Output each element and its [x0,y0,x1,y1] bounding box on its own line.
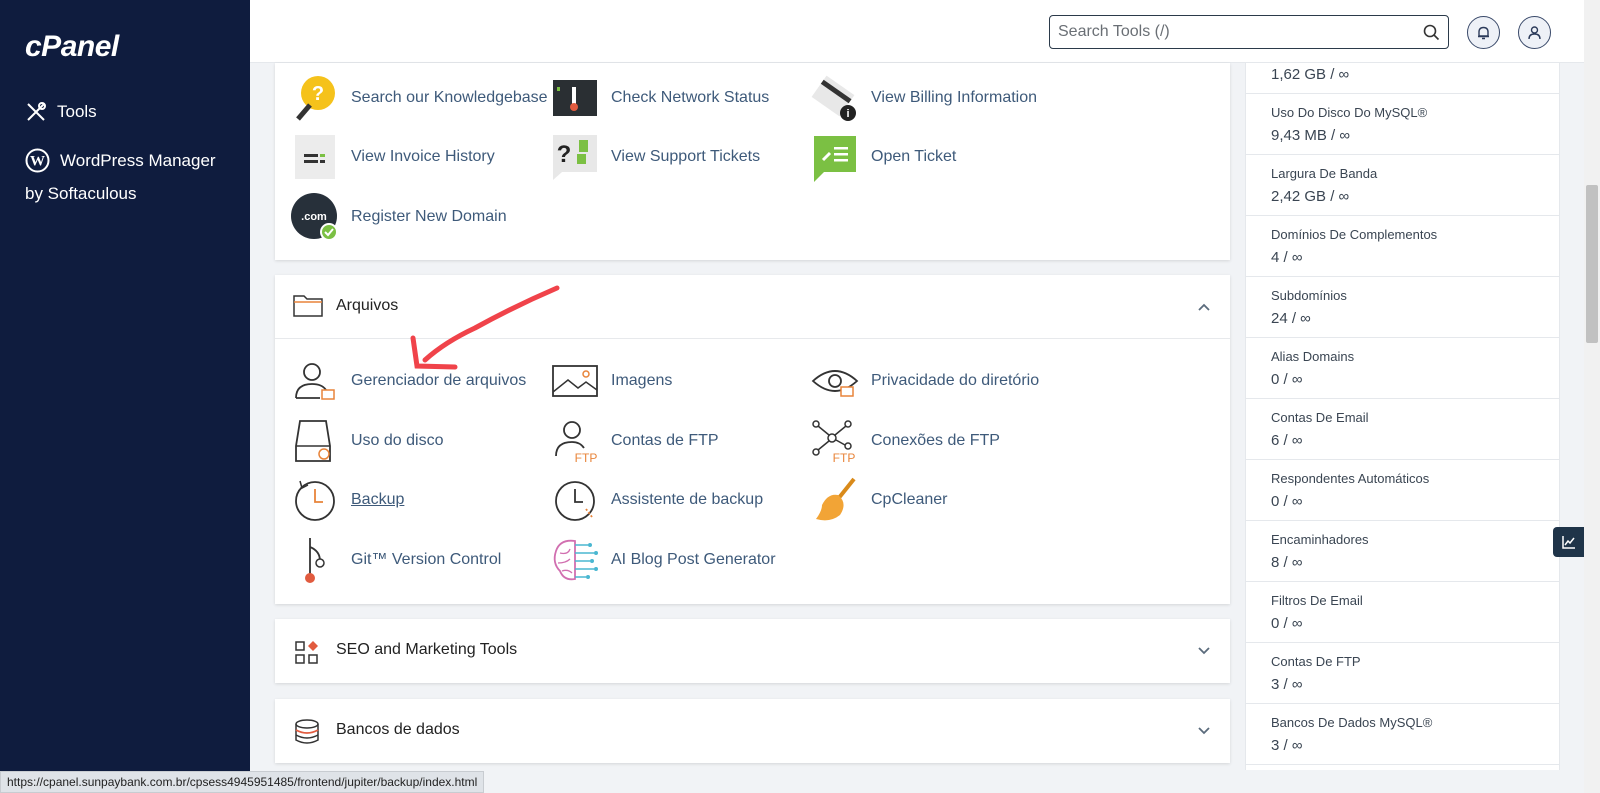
sidebar-item-tools[interactable]: Tools [25,101,97,123]
tool-backup[interactable]: Backup [290,475,404,525]
stat-autoresponders: Respondentes Automáticos 0 / ∞ [1246,460,1559,521]
stat-addon-domains: Domínios De Complementos 4 / ∞ [1246,216,1559,277]
files-section: Arquivos Gerenciador de arquivos Imagens… [275,275,1230,604]
seo-section-header[interactable]: SEO and Marketing Tools [275,619,1230,683]
chart-icon [1561,536,1575,549]
backup-icon [290,475,340,525]
stat-email-accounts: Contas De Email 6 / ∞ [1246,399,1559,460]
statistics-toggle-button[interactable] [1553,527,1584,557]
sidebar: cPanel Tools W WordPress Manager by Soft… [0,0,250,793]
chevron-down-icon[interactable] [1196,723,1212,739]
tool-view-invoice-history[interactable]: View Invoice History [290,132,495,182]
svg-text:i: i [846,108,849,120]
search-icon[interactable] [1423,24,1440,41]
invoice-icon [290,132,340,182]
tools-icon [27,102,46,121]
statistics-panel: 1,62 GB / ∞ Uso Do Disco Do MySQL® 9,43 M… [1245,63,1560,770]
svg-text:W: W [30,154,45,170]
tool-view-support-tickets[interactable]: ? View Support Tickets [550,132,760,182]
stat-bandwidth: Largura De Banda 2,42 GB / ∞ [1246,155,1559,216]
stat-mysql-databases: Bancos De Dados MySQL® 3 / ∞ [1246,704,1559,765]
disk-usage-icon [290,416,340,466]
stat-subdomains: Subdomínios 24 / ∞ [1246,277,1559,338]
stat-disk-usage: 1,62 GB / ∞ [1246,63,1559,94]
seo-tools-icon [295,641,318,664]
tool-view-billing-information[interactable]: i View Billing Information [810,73,1037,123]
chevron-up-icon[interactable] [1196,299,1212,315]
scrollbar-thumb[interactable] [1586,185,1598,343]
notifications-button[interactable] [1467,16,1500,49]
svg-text:.com: .com [301,211,327,223]
broom-icon [810,475,860,525]
tool-ai-blog-post-generator[interactable]: AI Blog Post Generator [550,535,776,585]
domain-icon: .com [290,192,340,242]
tool-backup-wizard[interactable]: Assistente de backup [550,475,763,525]
knowledgebase-icon: ? [290,73,340,123]
directory-privacy-icon [810,356,860,406]
stat-ftp-accounts: Contas De FTP 3 / ∞ [1246,643,1559,704]
databases-section-header[interactable]: Bancos de dados [275,699,1230,763]
files-section-header[interactable]: Arquivos [275,275,1230,339]
sidebar-item-wordpress[interactable]: W WordPress Manager [25,148,216,173]
search-box[interactable] [1049,15,1449,49]
status-bar-url: https://cpanel.sunpaybank.com.br/cpsess4… [0,771,485,793]
images-icon [550,356,600,406]
user-menu-button[interactable] [1518,16,1551,49]
svg-text:FTP: FTP [833,451,856,465]
ai-brain-icon [550,535,600,585]
tool-file-manager[interactable]: Gerenciador de arquivos [290,356,526,406]
stat-email-filters: Filtros De Email 0 / ∞ [1246,582,1559,643]
ftp-connections-icon: FTP [810,416,860,466]
sidebar-item-sublabel[interactable]: by Softaculous [25,184,137,204]
billing-icon: i [810,73,860,123]
network-status-icon [550,73,600,123]
tool-register-new-domain[interactable]: .com Register New Domain [290,192,507,242]
sidebar-item-label: Tools [57,102,97,121]
tool-disk-usage[interactable]: Uso do disco [290,416,444,466]
support-tickets-icon: ? [550,132,600,182]
backup-wizard-icon [550,475,600,525]
chevron-down-icon[interactable] [1196,643,1212,659]
git-icon [290,535,340,585]
user-icon [1528,26,1541,40]
tool-images[interactable]: Imagens [550,356,672,406]
cpanel-logo[interactable]: cPanel [25,30,119,64]
databases-section: Bancos de dados [275,699,1230,763]
ftp-accounts-icon: FTP [550,416,600,466]
tool-open-ticket[interactable]: Open Ticket [810,132,956,182]
wordpress-icon: W [25,148,50,173]
bell-icon [1478,26,1489,40]
file-manager-icon [290,356,340,406]
stat-mysql-disk-usage: Uso Do Disco Do MySQL® 9,43 MB / ∞ [1246,94,1559,155]
top-header [250,0,1584,63]
svg-text:FTP: FTP [575,451,598,465]
tool-directory-privacy[interactable]: Privacidade do diretório [810,356,1039,406]
open-ticket-icon [810,132,860,182]
search-input[interactable] [1058,21,1408,43]
tool-check-network-status[interactable]: Check Network Status [550,73,769,123]
svg-text:?: ? [312,83,324,105]
general-info-section: ? Search our Knowledgebase Check Network… [275,63,1230,260]
stat-forwarders: Encaminhadores 8 / ∞ [1246,521,1559,582]
folder-icon [293,295,323,317]
tool-search-knowledgebase[interactable]: ? Search our Knowledgebase [290,73,548,123]
database-icon [295,719,319,744]
sidebar-item-label: WordPress Manager [60,150,216,170]
tool-ftp-accounts[interactable]: FTP Contas de FTP [550,416,719,466]
seo-section: SEO and Marketing Tools [275,619,1230,683]
tool-cpcleaner[interactable]: CpCleaner [810,475,947,525]
svg-text:?: ? [557,141,572,168]
tool-ftp-connections[interactable]: FTP Conexões de FTP [810,416,1000,466]
scrollbar[interactable] [1584,0,1600,793]
tool-git-version-control[interactable]: Git™ Version Control [290,535,501,585]
stat-alias-domains: Alias Domains 0 / ∞ [1246,338,1559,399]
